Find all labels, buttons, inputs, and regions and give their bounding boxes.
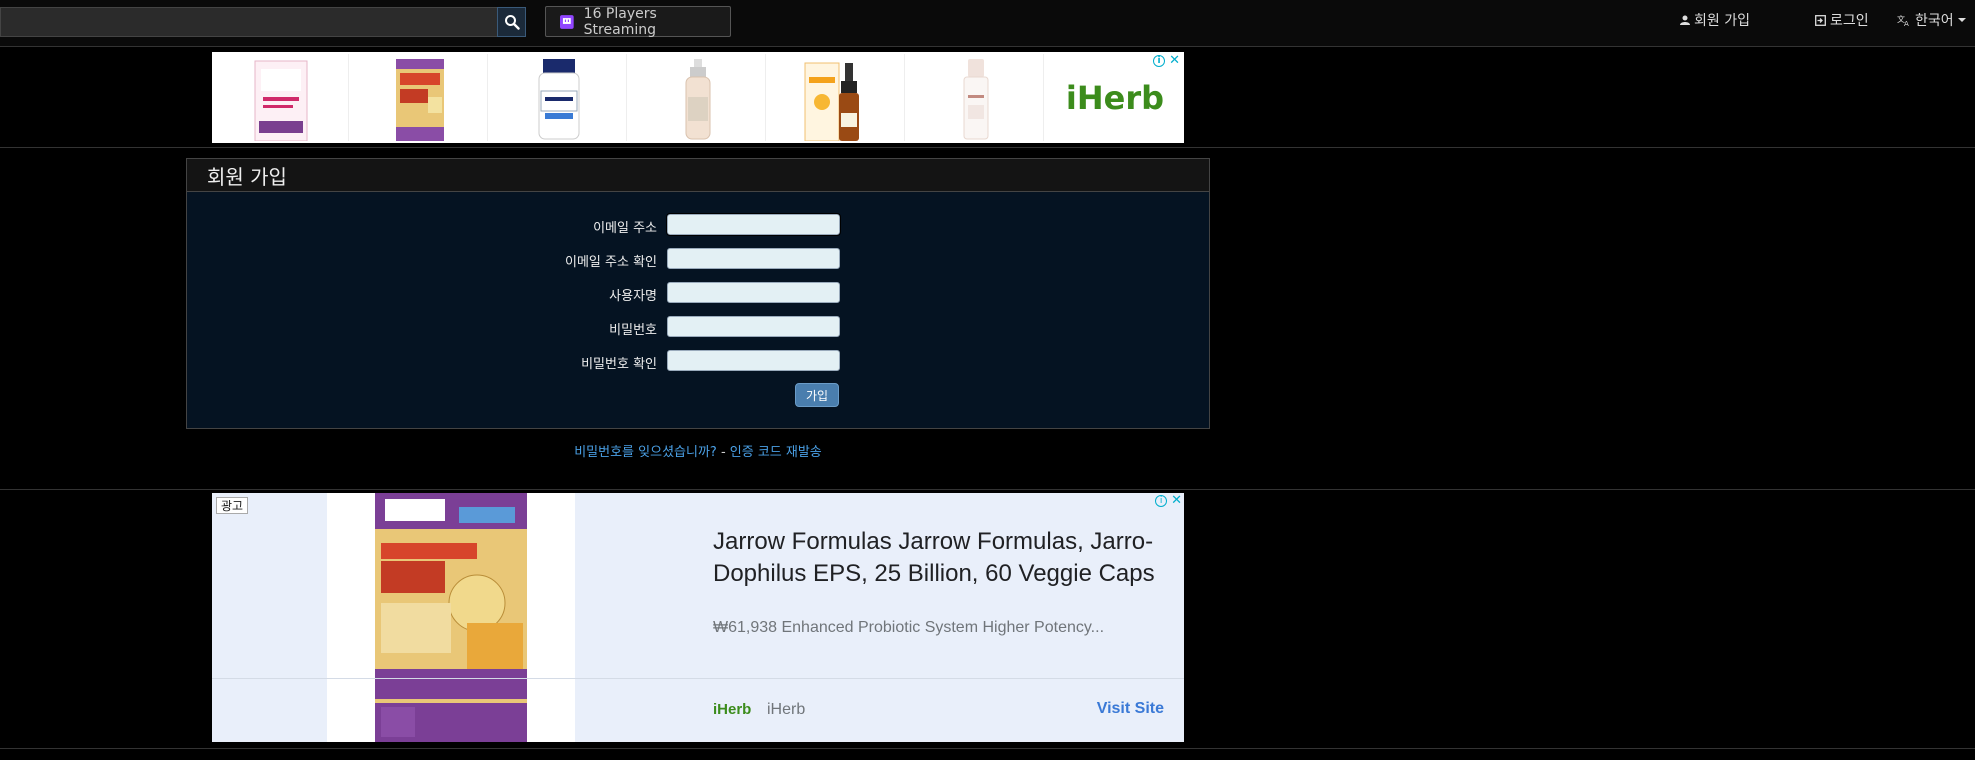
login-link[interactable]: 로그인 — [1815, 10, 1869, 30]
signup-panel: 회원 가입 이메일 주소 이메일 주소 확인 사용자명 비밀번호 비밀번호 확인… — [186, 158, 1210, 429]
form-row-password-confirm: 비밀번호 확인 — [187, 350, 1209, 372]
divider — [0, 748, 1975, 749]
svg-text:A: A — [1904, 20, 1909, 26]
forgot-password-link[interactable]: 비밀번호를 잊으셨습니까? — [574, 445, 717, 460]
login-link-label: 로그인 — [1830, 13, 1869, 29]
twitch-icon — [560, 14, 574, 29]
ad-product-tile[interactable] — [909, 54, 1044, 141]
advertiser-name: iHerb — [767, 701, 806, 718]
password-confirm-field[interactable] — [667, 350, 840, 371]
product-image — [804, 62, 859, 141]
account-links: 비밀번호를 잊으셨습니까? - 인증 코드 재발송 — [186, 441, 1210, 460]
email-confirm-label: 이메일 주소 확인 — [565, 255, 657, 270]
ad-product-tile[interactable] — [353, 54, 488, 141]
form-row-password: 비밀번호 — [187, 316, 1209, 338]
user-icon — [1680, 15, 1690, 25]
ad-info-icon[interactable]: i — [1155, 495, 1168, 507]
ad-title[interactable]: Jarrow Formulas Jarrow Formulas, Jarro-D… — [713, 526, 1163, 590]
login-icon — [1815, 14, 1826, 26]
divider — [0, 147, 1975, 148]
top-ad-banner[interactable]: iHerb i ✕ — [212, 52, 1184, 143]
ad-product-tile[interactable] — [770, 54, 905, 141]
username-label: 사용자명 — [609, 289, 657, 304]
resend-code-link[interactable]: 인증 코드 재발송 — [730, 445, 822, 460]
product-image — [963, 59, 989, 140]
product-image — [685, 59, 711, 140]
ad-info-icon[interactable]: i — [1153, 55, 1166, 67]
ad-choices: i ✕ — [1153, 54, 1180, 67]
players-streaming-label: 16 Players Streaming — [583, 5, 657, 38]
ad-product-tile[interactable] — [214, 54, 349, 141]
password-confirm-label: 비밀번호 확인 — [581, 357, 657, 372]
iherb-logo[interactable]: iHerb i ✕ — [1046, 52, 1184, 143]
signup-link[interactable]: 회원 가입 — [1680, 10, 1750, 30]
form-row-email: 이메일 주소 — [187, 213, 1209, 236]
email-field[interactable] — [666, 213, 841, 236]
panel-title: 회원 가입 — [187, 159, 1209, 192]
language-label: 한국어 — [1915, 13, 1954, 29]
advertiser-logo: iHerb — [713, 701, 752, 718]
signup-link-label: 회원 가입 — [1694, 13, 1750, 29]
username-field[interactable] — [667, 282, 840, 303]
bottom-ad-card[interactable]: 광고 Jarrow Formulas Jarrow Formulas, Jarr… — [212, 493, 1184, 742]
form-row-username: 사용자명 — [187, 282, 1209, 304]
ad-product-tile[interactable] — [492, 54, 627, 141]
visit-site-button[interactable]: Visit Site — [1097, 700, 1164, 718]
ad-close-icon[interactable]: ✕ — [1169, 54, 1180, 67]
ad-choices: i ✕ — [1155, 494, 1182, 507]
product-image — [396, 59, 444, 141]
iherb-brand-text: iHerb — [1065, 78, 1165, 117]
search-input[interactable] — [0, 7, 498, 37]
search-bar — [0, 7, 526, 37]
link-separator: - — [716, 445, 730, 460]
ad-product-image[interactable] — [327, 493, 575, 742]
ad-close-icon[interactable]: ✕ — [1171, 494, 1182, 507]
product-image — [254, 60, 308, 141]
ad-label: 광고 — [216, 497, 249, 514]
search-icon — [504, 15, 520, 30]
email-confirm-field[interactable] — [667, 248, 840, 269]
language-selector[interactable]: 文 A 한국어 — [1897, 10, 1970, 30]
divider — [0, 489, 1975, 490]
product-image — [538, 59, 580, 140]
ad-product-tile[interactable] — [631, 54, 766, 141]
top-navbar: 16 Players Streaming 회원 가입 로그인 文 A 한국어 — [0, 0, 1975, 47]
password-label: 비밀번호 — [609, 323, 657, 338]
players-streaming-button[interactable]: 16 Players Streaming — [545, 5, 731, 38]
email-label: 이메일 주소 — [593, 221, 657, 236]
ad-description: ₩61,938 Enhanced Probiotic System Higher… — [713, 619, 1105, 636]
product-image — [375, 493, 527, 742]
translate-icon: 文 A — [1897, 14, 1909, 26]
signup-submit-button[interactable]: 가입 — [795, 383, 839, 407]
caret-down-icon — [1957, 18, 1966, 22]
ad-divider — [212, 678, 1184, 679]
form-row-email-confirm: 이메일 주소 확인 — [187, 248, 1209, 270]
password-field[interactable] — [667, 316, 840, 337]
search-button[interactable] — [497, 7, 526, 37]
